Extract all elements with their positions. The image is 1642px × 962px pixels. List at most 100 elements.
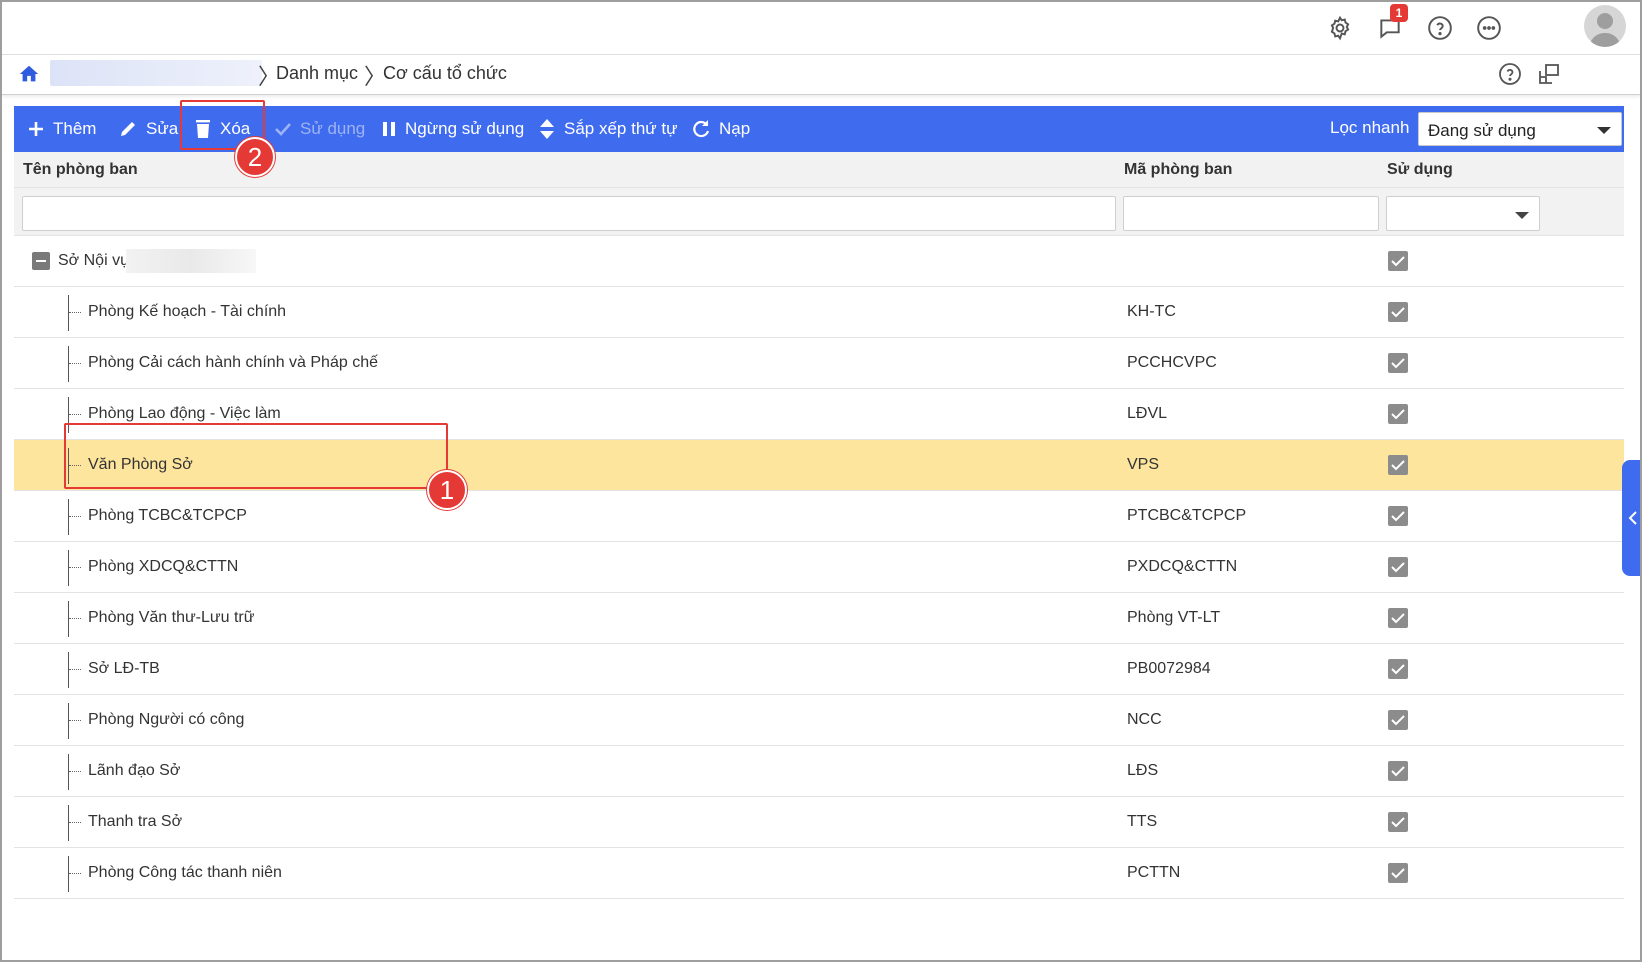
in-use-filter-select[interactable] xyxy=(1386,196,1540,231)
code-filter-input[interactable] xyxy=(1123,196,1379,231)
in-use-checkbox[interactable] xyxy=(1388,761,1408,781)
edit-button[interactable]: Sửa xyxy=(118,106,178,152)
quick-filter-select[interactable]: Đang sử dụng xyxy=(1418,112,1622,146)
row-name: Thanh tra Sở xyxy=(88,813,183,830)
breadcrumb-item-org-structure: Cơ cấu tổ chức xyxy=(383,63,507,83)
blurred-text xyxy=(126,249,256,273)
row-code: PCTTN xyxy=(1127,864,1181,881)
tree-line xyxy=(69,669,81,670)
use-button[interactable]: Sử dụng xyxy=(274,106,365,152)
page-help-icon[interactable] xyxy=(1495,59,1525,89)
main-content: Thêm Sửa Xóa Sử dụng Ngừng sử dụng Sắp x… xyxy=(14,106,1640,960)
stop-use-button[interactable]: Ngừng sử dụng xyxy=(381,106,524,152)
row-code: TTS xyxy=(1127,813,1158,830)
filter-row xyxy=(14,188,1624,236)
popout-window-icon[interactable] xyxy=(1534,59,1564,89)
tree-line xyxy=(68,550,69,586)
tree-line xyxy=(68,346,69,382)
table-row[interactable]: Phòng TCBC&TCPCP PTCBC&TCPCP xyxy=(14,491,1624,542)
tree-line xyxy=(69,516,81,517)
tree-line xyxy=(68,703,69,739)
table-row[interactable]: Phòng Kế hoạch - Tài chính KH-TC xyxy=(14,287,1624,338)
home-icon[interactable] xyxy=(16,61,42,87)
in-use-checkbox[interactable] xyxy=(1388,608,1408,628)
table-row[interactable]: Phòng Cải cách hành chính và Pháp chế PCC… xyxy=(14,338,1624,389)
tree-line xyxy=(69,873,81,874)
column-header-in-use[interactable]: Sử dụng xyxy=(1387,161,1453,179)
table-row[interactable]: Phòng Người có công NCC xyxy=(14,695,1624,746)
in-use-checkbox[interactable] xyxy=(1388,557,1408,577)
breadcrumb-item-category[interactable]: Danh mục xyxy=(276,63,358,84)
annotation-callout-2: 2 xyxy=(235,137,275,177)
in-use-checkbox[interactable] xyxy=(1388,506,1408,526)
row-name: Phòng Kế hoạch - Tài chính xyxy=(88,303,287,320)
plus-icon xyxy=(29,122,43,136)
tree-line xyxy=(69,720,81,721)
in-use-checkbox[interactable] xyxy=(1388,812,1408,832)
row-code: Phòng VT-LT xyxy=(1127,609,1221,626)
app-window: 1 〉 Danh mục 〉 Cơ cấu tổ chức Thêm Sửa X… xyxy=(0,0,1642,962)
row-name: Sở LĐ-TB xyxy=(88,660,160,677)
row-name: Phòng Văn thư-Lưu trữ xyxy=(88,609,255,626)
tree-line xyxy=(69,822,81,823)
sort-button[interactable]: Sắp xếp thứ tự xyxy=(538,106,678,152)
row-name: Phòng Lao động - Việc làm xyxy=(88,405,281,422)
side-panel-toggle[interactable] xyxy=(1622,460,1640,576)
table-row[interactable]: Sở LĐ-TB PB0072984 xyxy=(14,644,1624,695)
row-code: PTCBC&TCPCP xyxy=(1127,507,1247,524)
notification-badge: 1 xyxy=(1390,4,1408,22)
column-header-code[interactable]: Mã phòng ban xyxy=(1124,161,1232,179)
tree-line xyxy=(69,567,81,568)
in-use-checkbox[interactable] xyxy=(1388,251,1408,271)
in-use-checkbox[interactable] xyxy=(1388,455,1408,475)
row-name: Phòng Cải cách hành chính và Pháp chế xyxy=(88,354,378,371)
add-label: Thêm xyxy=(53,119,97,138)
user-avatar[interactable] xyxy=(1584,5,1626,47)
tree-line xyxy=(68,601,69,637)
in-use-checkbox[interactable] xyxy=(1388,404,1408,424)
annotation-callout-1: 1 xyxy=(427,470,467,510)
table-row[interactable]: Lãnh đạo Sở LĐS xyxy=(14,746,1624,797)
collapse-toggle-icon[interactable] xyxy=(32,252,50,270)
in-use-checkbox[interactable] xyxy=(1388,659,1408,679)
in-use-checkbox[interactable] xyxy=(1388,353,1408,373)
breadcrumb: 〉 Danh mục 〉 Cơ cấu tổ chức xyxy=(2,55,1640,95)
gear-icon[interactable] xyxy=(1322,10,1358,46)
reload-button[interactable]: Nạp xyxy=(691,106,750,152)
table-row[interactable]: Phòng Văn thư-Lưu trữ Phòng VT-LT xyxy=(14,593,1624,644)
row-code: KH-TC xyxy=(1127,303,1176,320)
table-row-root[interactable]: Sở Nội vụ xyxy=(14,236,1624,287)
tree-line xyxy=(68,295,69,331)
name-filter-input[interactable] xyxy=(22,196,1116,231)
top-bar: 1 xyxy=(2,2,1640,55)
tree-line xyxy=(68,499,69,535)
row-code: PXDCQ&CTTN xyxy=(1127,558,1238,575)
row-name: Phòng TCBC&TCPCP xyxy=(88,507,247,524)
row-name: Phòng Công tác thanh niên xyxy=(88,864,282,881)
in-use-checkbox[interactable] xyxy=(1388,710,1408,730)
row-name: Lãnh đạo Sở xyxy=(88,762,181,779)
dropdown-caret-icon xyxy=(1515,212,1529,219)
row-name: Sở Nội vụ xyxy=(58,252,129,269)
tree-line xyxy=(69,771,81,772)
in-use-checkbox[interactable] xyxy=(1388,302,1408,322)
table-row[interactable]: Phòng XDCQ&CTTN PXDCQ&CTTN xyxy=(14,542,1624,593)
chat-icon[interactable]: 1 xyxy=(1372,4,1408,46)
refresh-icon xyxy=(693,120,710,138)
table-row[interactable]: Phòng Công tác thanh niên PCTTN xyxy=(14,848,1624,899)
row-code: NCC xyxy=(1127,711,1162,728)
tree-line xyxy=(68,805,69,841)
column-header-name[interactable]: Tên phòng ban xyxy=(23,161,138,179)
row-name: Phòng XDCQ&CTTN xyxy=(88,558,239,575)
in-use-checkbox[interactable] xyxy=(1388,863,1408,883)
table-row[interactable]: Thanh tra Sở TTS xyxy=(14,797,1624,848)
tree-line xyxy=(69,363,81,364)
tree-line xyxy=(69,312,81,313)
add-button[interactable]: Thêm xyxy=(27,106,96,152)
more-icon[interactable] xyxy=(1471,10,1507,46)
blurred-breadcrumb-item xyxy=(50,60,262,86)
row-code: VPS xyxy=(1127,456,1160,473)
help-icon[interactable] xyxy=(1422,10,1458,46)
row-code: PB0072984 xyxy=(1127,660,1211,677)
tree-line xyxy=(69,618,81,619)
